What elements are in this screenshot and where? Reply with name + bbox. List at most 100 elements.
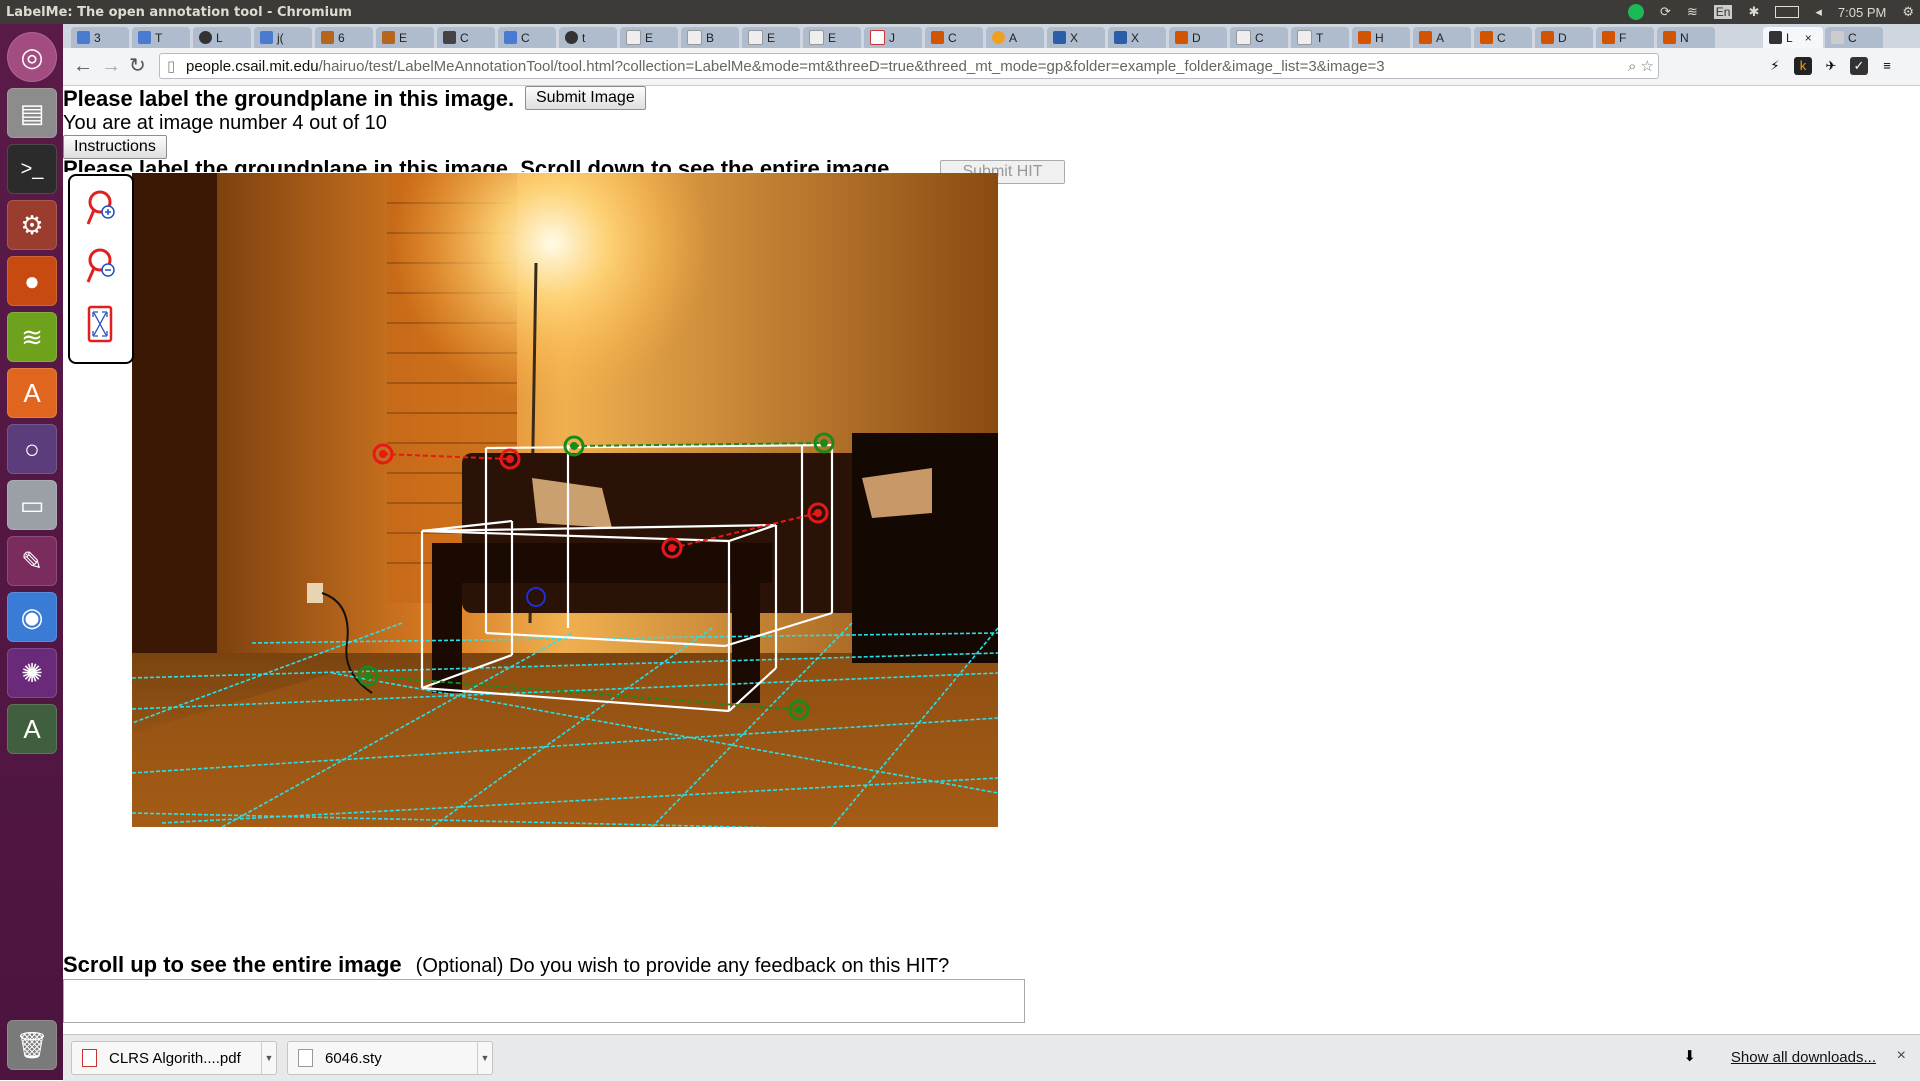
tab[interactable]: J	[864, 27, 922, 48]
show-all-downloads-link[interactable]: Show all downloads...	[1731, 1049, 1876, 1066]
tab[interactable]: D	[1169, 27, 1227, 48]
annotation-canvas[interactable]	[132, 173, 998, 827]
tab[interactable]: C	[1474, 27, 1532, 48]
tab[interactable]: A	[986, 27, 1044, 48]
launcher: ◎ ▤ >_ ⚙ ● ≋ A ○ ▭ ✎ ◉ ✺ A 🗑	[0, 24, 63, 1080]
tab-strip: 3 T L j( 6 E C C t E B E E J C A X X D C…	[63, 24, 1920, 48]
circle-app-icon[interactable]: ○	[7, 424, 57, 474]
tab[interactable]: C	[1825, 27, 1883, 48]
tab[interactable]: A	[1413, 27, 1471, 48]
top-panel: LabelMe: The open annotation tool - Chro…	[0, 0, 1920, 24]
tab[interactable]: B	[681, 27, 739, 48]
gear-icon[interactable]: ⚙	[1902, 4, 1914, 20]
tab[interactable]: H	[1352, 27, 1410, 48]
menu-icon[interactable]: ≡	[1878, 57, 1896, 75]
labelme-icon	[1769, 31, 1782, 44]
tab[interactable]: T	[132, 27, 190, 48]
chevron-down-icon[interactable]: ▼	[477, 1042, 492, 1074]
terminal-icon[interactable]: >_	[7, 144, 57, 194]
footer-heading: Scroll up to see the entire image	[63, 952, 402, 977]
ubuntu-dash-icon[interactable]: ◎	[7, 32, 57, 82]
zoom-out-icon[interactable]	[82, 246, 118, 286]
page-heading-2: Please label the groundplane in this ima…	[63, 156, 896, 172]
tab[interactable]: t	[559, 27, 617, 48]
download-shelf: CLRS Algorith....pdf ▼ 6046.sty ▼ ⬇ Show…	[63, 1034, 1920, 1081]
page-heading: Please label the groundplane in this ima…	[63, 86, 515, 111]
tab-active[interactable]: L ×	[1763, 27, 1823, 48]
wikipedia-icon	[626, 30, 641, 45]
clock[interactable]: 7:05 PM	[1838, 5, 1886, 20]
tab[interactable]: E	[803, 27, 861, 48]
tab[interactable]: X	[1047, 27, 1105, 48]
forward-icon[interactable]: →	[101, 56, 121, 76]
feedback-textarea[interactable]	[63, 979, 1025, 1023]
fit-to-screen-icon[interactable]	[82, 304, 118, 344]
tab[interactable]: j(	[254, 27, 312, 48]
page-content: Please label the groundplane in this ima…	[63, 86, 1920, 1034]
search-icon[interactable]: ⌕	[1628, 58, 1636, 75]
tab[interactable]: L	[193, 27, 251, 48]
firefox-icon[interactable]: ●	[7, 256, 57, 306]
page-icon: ▯	[167, 58, 176, 75]
w3schools-icon	[1114, 31, 1127, 44]
tab[interactable]: E	[376, 27, 434, 48]
tab[interactable]: C	[1230, 27, 1288, 48]
battery-icon[interactable]	[1775, 6, 1800, 18]
tab[interactable]: 3	[71, 27, 129, 48]
tab[interactable]: E	[742, 27, 800, 48]
coffee-table	[432, 543, 772, 583]
tab[interactable]: E	[620, 27, 678, 48]
dark-wall-left	[132, 173, 217, 733]
extension-icon[interactable]: ✈	[1822, 57, 1840, 75]
files-icon[interactable]: ▤	[7, 88, 57, 138]
image-counter: You are at image number 4 out of 10	[63, 112, 387, 134]
star-icon[interactable]: ☆	[1641, 58, 1654, 75]
spotify-tray-icon[interactable]	[1627, 4, 1644, 20]
address-bar[interactable]: ▯ people.csail.mit.edu/hairuo/test/Label…	[159, 53, 1659, 79]
paint-icon[interactable]: ✎	[7, 536, 57, 586]
extension-icon[interactable]: ⚡	[1766, 57, 1784, 75]
tab[interactable]: C	[498, 27, 556, 48]
volume-icon[interactable]: ◂	[1815, 4, 1822, 20]
download-item[interactable]: 6046.sty ▼	[287, 1041, 493, 1075]
software-center-icon[interactable]: A	[7, 368, 57, 418]
sync-icon[interactable]: ⟳	[1660, 4, 1671, 20]
trash-icon[interactable]: 🗑	[7, 1020, 57, 1070]
tab[interactable]: D	[1535, 27, 1593, 48]
update-manager-icon[interactable]: A	[7, 704, 57, 754]
tab[interactable]: F	[1596, 27, 1654, 48]
settings-icon[interactable]: ⚙	[7, 200, 57, 250]
favicon-icon	[382, 31, 395, 44]
bluetooth-icon[interactable]: ✱	[1748, 4, 1759, 20]
pocket-icon[interactable]: ✓	[1850, 57, 1868, 75]
back-icon[interactable]: ←	[73, 56, 93, 76]
spotify-icon[interactable]: ≋	[7, 312, 57, 362]
keep-extension-icon[interactable]: k	[1794, 57, 1812, 75]
close-icon[interactable]: ×	[1897, 1047, 1906, 1065]
tab[interactable]: 6	[315, 27, 373, 48]
browser-toolbar: ← → ↻ ▯ people.csail.mit.edu/hairuo/test…	[63, 48, 1920, 86]
tab[interactable]: X	[1108, 27, 1166, 48]
chromium-icon[interactable]: ◉	[7, 592, 57, 642]
matlab-icon	[1358, 31, 1371, 44]
chevron-down-icon[interactable]: ▼	[261, 1042, 276, 1074]
matlab-icon	[1419, 31, 1432, 44]
keyboard-indicator[interactable]: En	[1713, 5, 1733, 19]
w3schools-icon	[1053, 31, 1066, 44]
zoom-toolbox	[68, 174, 134, 364]
zoom-in-icon[interactable]	[82, 188, 118, 228]
tab[interactable]: C	[437, 27, 495, 48]
close-tab-icon[interactable]: ×	[1805, 31, 1812, 45]
tab[interactable]: N	[1657, 27, 1715, 48]
reload-icon[interactable]: ↻	[129, 56, 146, 76]
tab[interactable]: C	[925, 27, 983, 48]
drive-icon[interactable]: ▭	[7, 480, 57, 530]
sofa-dark-end	[852, 433, 998, 663]
tab[interactable]: T	[1291, 27, 1349, 48]
submit-image-button[interactable]: Submit Image	[525, 86, 646, 110]
download-item[interactable]: CLRS Algorith....pdf ▼	[71, 1041, 277, 1075]
wifi-icon[interactable]: ≋	[1687, 4, 1698, 20]
favicon-icon	[138, 31, 151, 44]
shutter-icon[interactable]: ✺	[7, 648, 57, 698]
window-title: LabelMe: The open annotation tool - Chro…	[6, 4, 352, 20]
